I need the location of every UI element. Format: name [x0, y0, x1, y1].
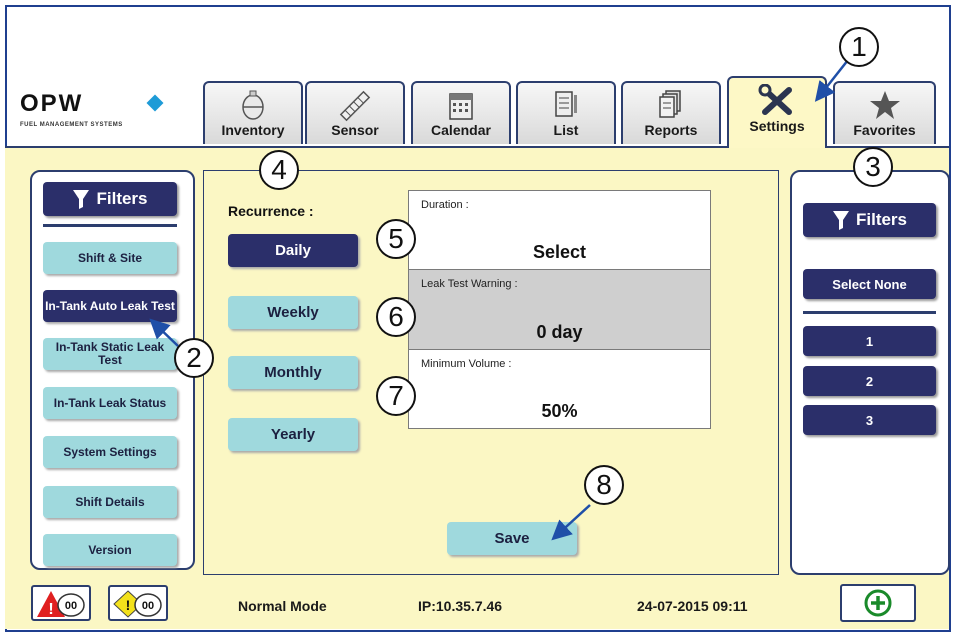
callout-1: 1 [839, 27, 879, 67]
callout-8: 8 [584, 465, 624, 505]
callout-2: 2 [174, 338, 214, 378]
callout-arrow-8 [551, 504, 591, 541]
callout-arrow-1 [814, 59, 849, 102]
callout-arrow-2 [149, 318, 179, 347]
callout-7: 7 [376, 376, 416, 416]
callout-6: 6 [376, 297, 416, 337]
callout-5: 5 [376, 219, 416, 259]
callout-4: 4 [259, 150, 299, 190]
callout-3: 3 [853, 147, 893, 187]
callout-arrows [149, 59, 849, 541]
